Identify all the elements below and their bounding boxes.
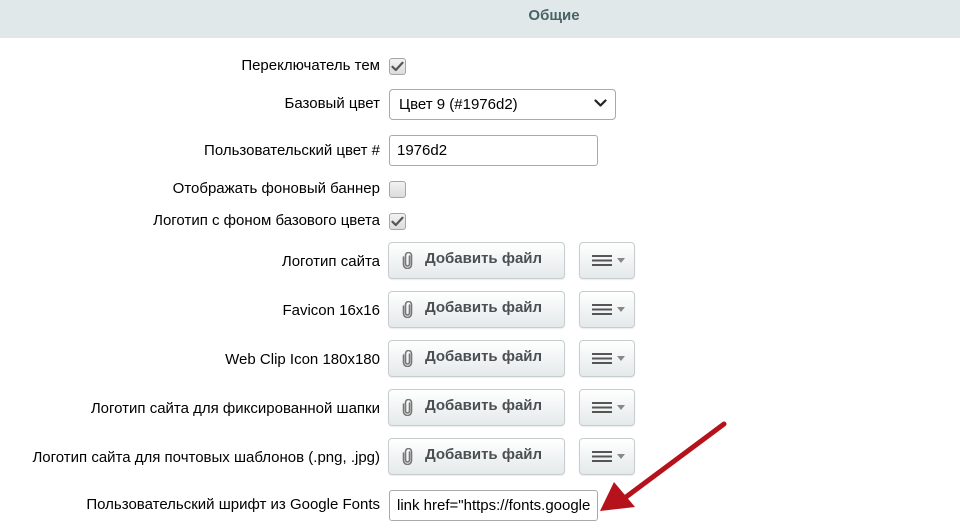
check-icon — [391, 61, 404, 72]
paperclip-icon — [402, 301, 413, 318]
setting-theme-switcher: Переключатель тем — [0, 56, 960, 76]
setting-logo-bg: Логотип с фоном базового цвета — [0, 211, 960, 231]
custom-color-value: 1976d2 — [397, 142, 448, 159]
setting-file-fixed-header-logo: Логотип сайта для фиксированной шапки До… — [0, 389, 960, 426]
paperclip-icon — [402, 252, 413, 269]
paperclip-icon — [402, 350, 413, 367]
file-menu-button[interactable] — [579, 242, 635, 279]
file-menu-button[interactable] — [579, 340, 635, 377]
paperclip-icon — [402, 448, 413, 465]
file-menu-button[interactable] — [579, 291, 635, 328]
theme-switcher-checkbox[interactable] — [389, 58, 406, 75]
hamburger-icon — [592, 255, 612, 266]
custom-color-label: Пользовательский цвет # — [204, 142, 380, 159]
file-row-label: Web Clip Icon 180x180 — [225, 351, 380, 368]
add-file-label: Добавить файл — [425, 250, 543, 267]
show-banner-label: Отображать фоновый баннер — [172, 180, 380, 197]
setting-file-webclip: Web Clip Icon 180x180 Добавить файл — [0, 340, 960, 377]
setting-custom-color: Пользовательский цвет # 1976d2 — [0, 135, 960, 166]
annotation-arrow-icon — [600, 421, 727, 511]
caret-down-icon — [617, 405, 625, 410]
file-row-label: Favicon 16x16 — [282, 302, 380, 319]
caret-down-icon — [617, 307, 625, 312]
hamburger-icon — [592, 353, 612, 364]
paperclip-icon — [402, 399, 413, 416]
add-file-button[interactable]: Добавить файл — [388, 291, 565, 328]
file-row-label: Логотип сайта для фиксированной шапки — [90, 400, 380, 417]
file-row-label: Логотип сайта — [281, 253, 380, 270]
google-font-value: link href="https://fonts.google — [397, 497, 591, 514]
base-color-value: Цвет 9 (#1976d2) — [399, 96, 518, 113]
add-file-button[interactable]: Добавить файл — [388, 340, 565, 377]
add-file-button[interactable]: Добавить файл — [388, 389, 565, 426]
caret-down-icon — [617, 258, 625, 263]
google-font-label: Пользовательский шрифт из Google Fonts — [86, 496, 380, 513]
base-color-select[interactable]: Цвет 9 (#1976d2) — [389, 89, 616, 120]
theme-switcher-label: Переключатель тем — [241, 57, 380, 74]
section-title: Общие — [528, 7, 580, 24]
logo-bg-label: Логотип с фоном базового цвета — [153, 212, 380, 229]
add-file-button[interactable]: Добавить файл — [388, 438, 565, 475]
hamburger-icon — [592, 402, 612, 413]
hamburger-icon — [592, 304, 612, 315]
file-row-label: Логотип сайта для почтовых шаблонов (.pn… — [32, 449, 380, 466]
show-banner-checkbox[interactable] — [389, 181, 406, 198]
setting-base-color: Базовый цвет Цвет 9 (#1976d2) — [0, 89, 960, 120]
custom-color-input[interactable]: 1976d2 — [389, 135, 598, 166]
caret-down-icon — [617, 356, 625, 361]
section-header: Общие — [0, 0, 960, 38]
check-icon — [391, 216, 404, 227]
setting-show-banner: Отображать фоновый баннер — [0, 179, 960, 199]
add-file-label: Добавить файл — [425, 446, 543, 463]
setting-google-font: Пользовательский шрифт из Google Fonts l… — [0, 490, 960, 521]
add-file-button[interactable]: Добавить файл — [388, 242, 565, 279]
setting-file-email-logo: Логотип сайта для почтовых шаблонов (.pn… — [0, 438, 960, 475]
add-file-label: Добавить файл — [425, 397, 543, 414]
add-file-label: Добавить файл — [425, 348, 543, 365]
setting-file-logo: Логотип сайта Добавить файл — [0, 242, 960, 279]
logo-bg-checkbox[interactable] — [389, 213, 406, 230]
chevron-down-icon — [594, 99, 607, 107]
add-file-label: Добавить файл — [425, 299, 543, 316]
base-color-label: Базовый цвет — [284, 95, 380, 112]
setting-file-favicon: Favicon 16x16 Добавить файл — [0, 291, 960, 328]
google-font-input[interactable]: link href="https://fonts.google — [389, 490, 598, 521]
